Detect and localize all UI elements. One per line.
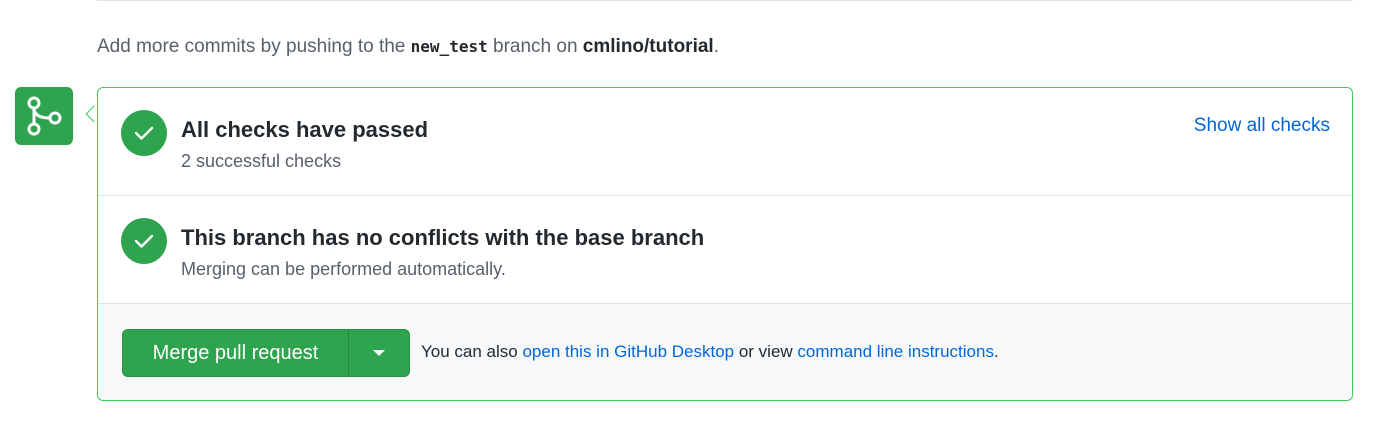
caret-down-icon — [373, 350, 385, 356]
push-hint: Add more commits by pushing to the new_t… — [97, 36, 719, 58]
checks-subtitle: 2 successful checks — [181, 151, 342, 171]
conflicts-title: This branch has no conflicts with the ba… — [181, 225, 705, 250]
hint-suffix: . — [713, 36, 719, 57]
note-prefix: You can also — [421, 342, 523, 361]
merge-options-dropdown-button[interactable] — [349, 330, 409, 376]
checks-section: All checks have passed 2 successful chec… — [98, 88, 1352, 196]
merge-alternatives-note: You can also open this in GitHub Desktop… — [421, 342, 999, 362]
merge-button-group: Merge pull request — [122, 329, 410, 377]
git-merge-icon — [15, 87, 73, 145]
top-divider — [97, 0, 1353, 1]
repo-name: cmlino/tutorial — [582, 36, 714, 57]
show-all-checks-link[interactable]: Show all checks — [1194, 115, 1330, 137]
note-suffix: . — [993, 342, 999, 361]
check-icon — [121, 110, 167, 156]
open-github-desktop-link[interactable]: open this in GitHub Desktop — [522, 342, 734, 361]
conflicts-section: This branch has no conflicts with the ba… — [98, 196, 1352, 304]
merge-status-panel: All checks have passed 2 successful chec… — [97, 87, 1353, 401]
merge-section: Merge pull request You can also open thi… — [98, 304, 1352, 400]
hint-prefix: Add more commits by pushing to the — [97, 36, 411, 57]
conflicts-subtitle: Merging can be performed automatically. — [181, 259, 506, 279]
command-line-instructions-link[interactable]: command line instructions — [797, 342, 994, 361]
branch-name: new_test — [410, 37, 488, 56]
note-middle: or view — [734, 342, 798, 361]
hint-middle: branch on — [487, 36, 583, 57]
merge-pull-request-button[interactable]: Merge pull request — [123, 330, 348, 376]
check-icon — [121, 218, 167, 264]
checks-title: All checks have passed — [181, 117, 429, 142]
